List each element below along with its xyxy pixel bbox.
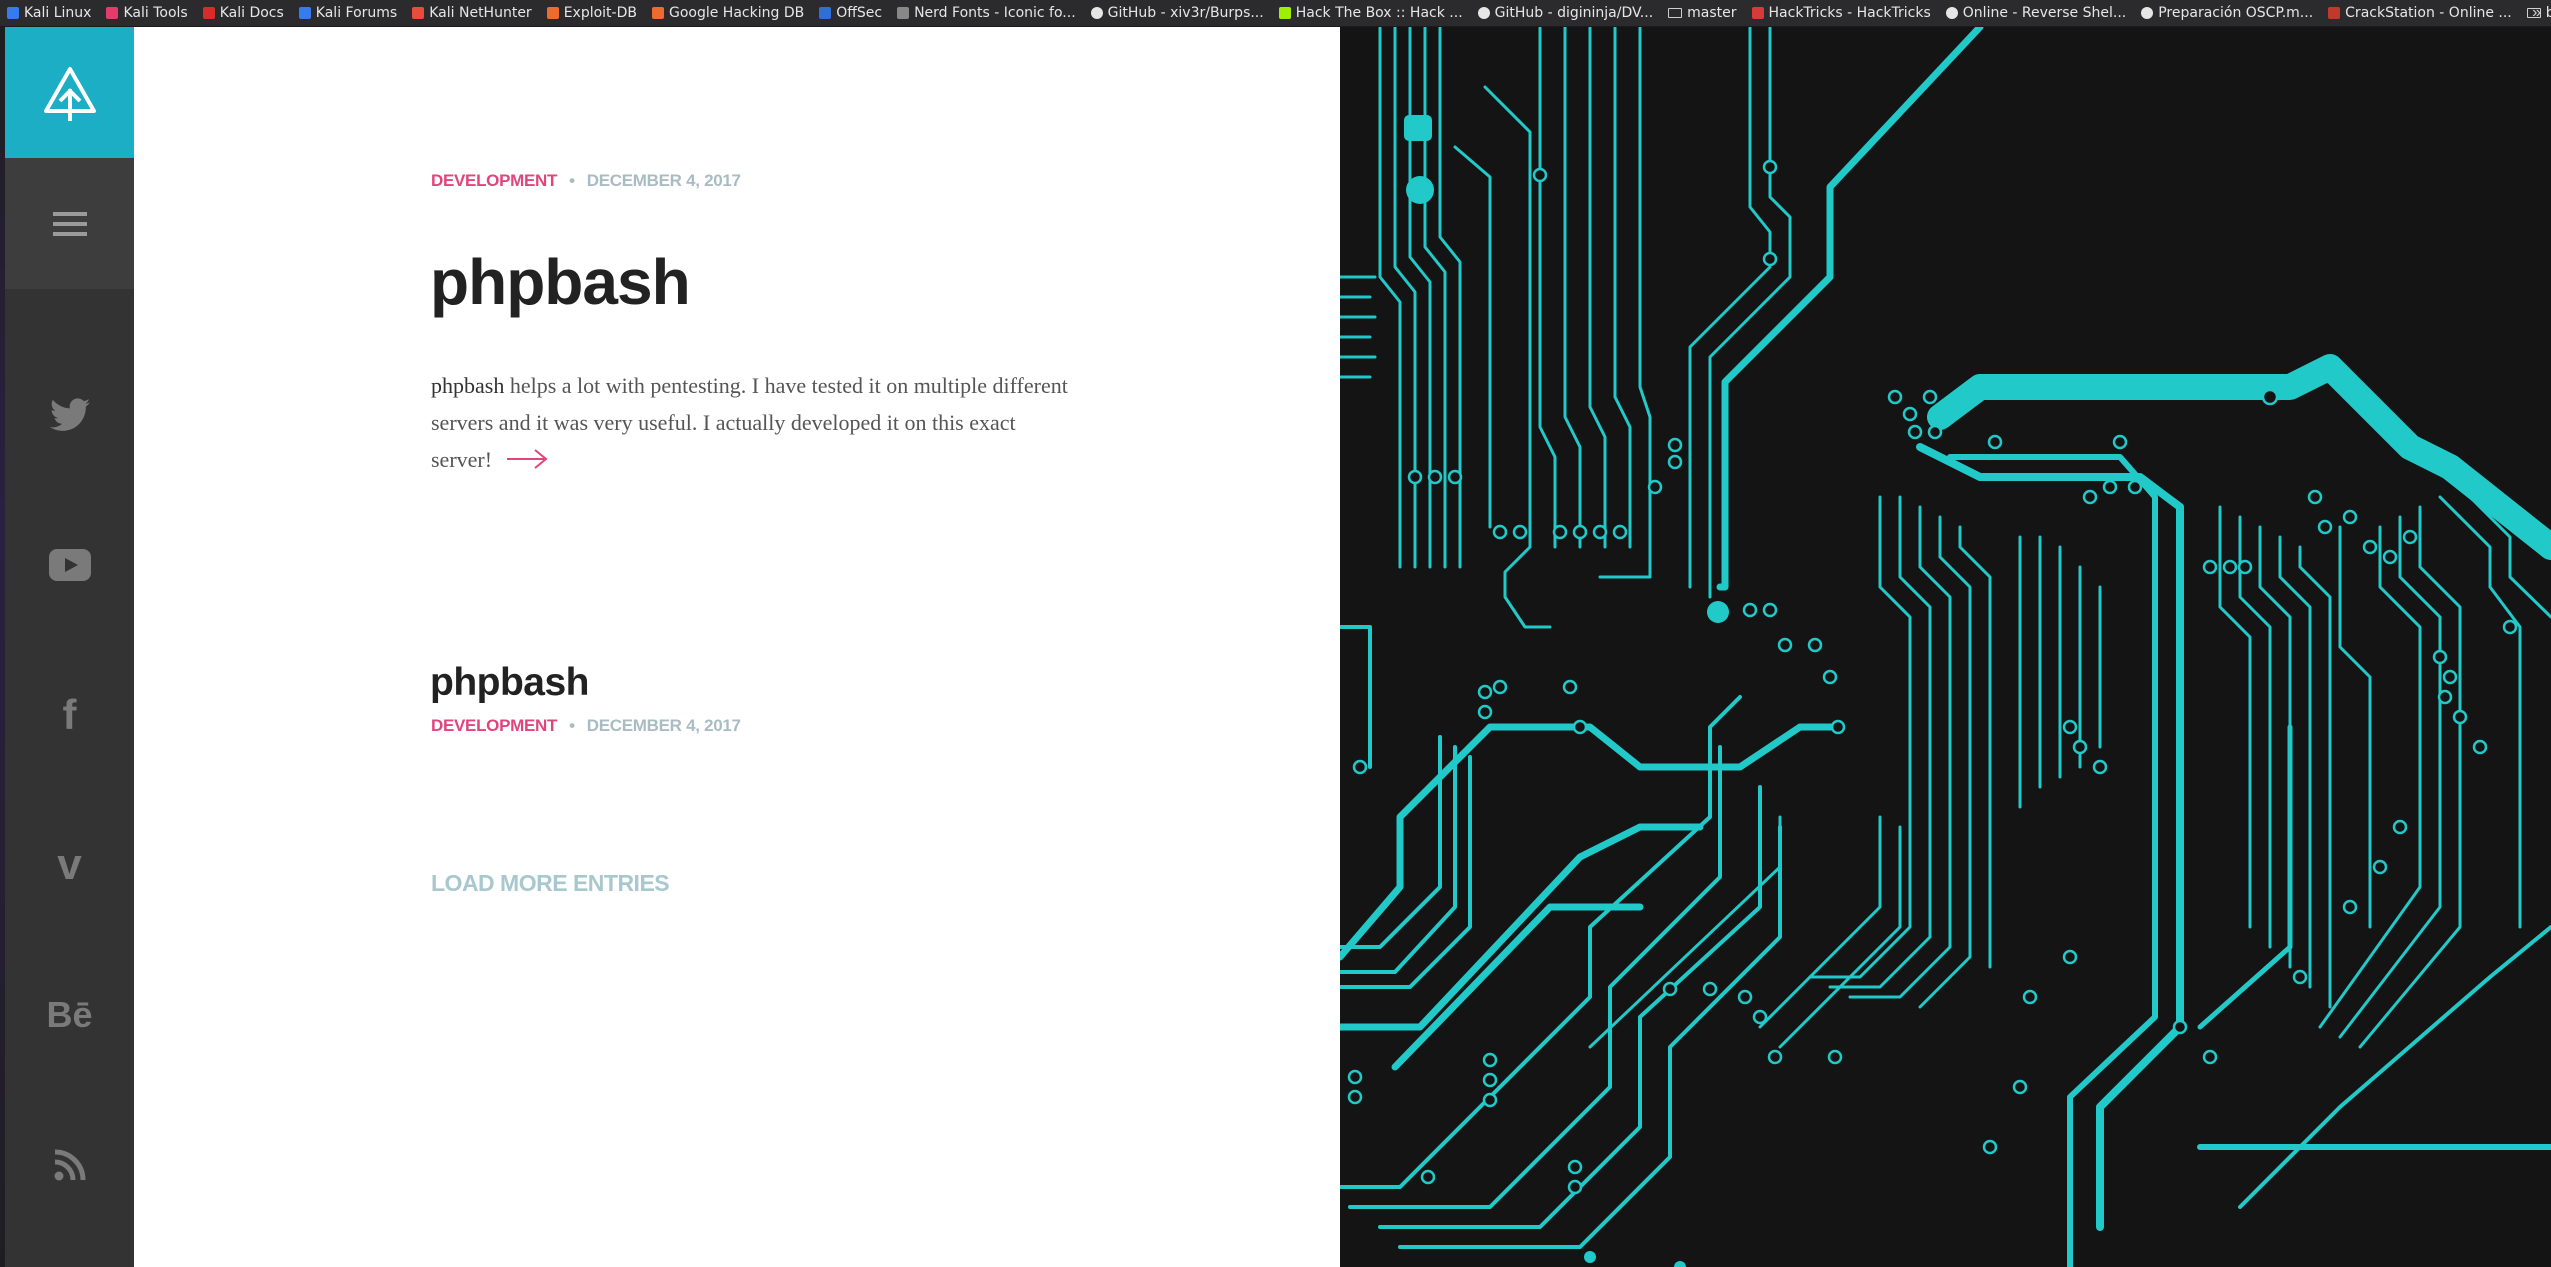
menu-toggle-button[interactable] (5, 158, 134, 289)
bookmark-label: Online - Reverse Shel... (1962, 5, 2127, 21)
bookmark-kali-forums[interactable]: Kali Forums (292, 0, 405, 26)
bookmark-label: Kali Docs (219, 5, 284, 21)
bookmark-kali-docs[interactable]: Kali Docs (196, 0, 292, 26)
bookmark-github-digininja-dv[interactable]: GitHub - digininja/DV... (1471, 0, 1662, 26)
folder-icon (1668, 8, 1683, 18)
bookmark-hacktricks-hacktricks[interactable]: HackTricks - HackTricks (1745, 0, 1939, 26)
bookmarks-toolbar: Kali Linux Kali Tools Kali Docs Kali Forums… (0, 0, 2551, 27)
bookmark-label: master (1687, 5, 1737, 21)
post2-title[interactable]: phpbash (430, 661, 590, 705)
post2-category-link[interactable]: DEVELOPMENT (431, 716, 557, 735)
bookmark-label: Preparación OSCP.m... (2158, 5, 2314, 21)
bookmark-label: Kali Linux (24, 5, 92, 21)
github-icon (1477, 7, 1490, 19)
bookmark-label: Exploit-DB (563, 5, 637, 21)
github-icon (1090, 7, 1103, 19)
exploit-db-icon (546, 7, 559, 19)
bookmark-google-hacking-db[interactable]: Google Hacking DB (645, 0, 812, 26)
main-content: DEVELOPMENT • DECEMBER 4, 2017 phpbash php… (134, 27, 1340, 1267)
bookmark-nerd-fonts-iconic-fo[interactable]: Nerd Fonts - Iconic fo... (890, 0, 1084, 26)
bookmark-kali-tools[interactable]: Kali Tools (99, 0, 195, 26)
bookmark-master[interactable]: master (1661, 0, 1744, 26)
skull-icon (1945, 7, 1958, 19)
behance-link[interactable]: Bē (5, 985, 134, 1045)
meta-separator: • (569, 171, 575, 190)
bookmark-kali-nethunter[interactable]: Kali NetHunter (405, 0, 539, 26)
read-more-arrow-icon[interactable] (506, 443, 548, 480)
bookmark-crackstation-online[interactable]: CrackStation - Online ... (2321, 0, 2520, 26)
behance-icon: Bē (46, 994, 93, 1035)
vimeo-link[interactable]: v (5, 835, 134, 895)
bookmark-label: GitHub - xiv3r/Burps... (1107, 5, 1264, 21)
post-meta: DEVELOPMENT • DECEMBER 4, 2017 (431, 171, 741, 191)
bookmark-kali-linux[interactable]: Kali Linux (0, 0, 99, 26)
bookmark-label: GitHub - digininja/DV... (1494, 5, 1654, 21)
post2-date-link[interactable]: DECEMBER 4, 2017 (587, 716, 741, 735)
hacktricks-icon (1751, 7, 1764, 19)
ghdb-icon (651, 7, 664, 19)
post-excerpt: phpbash helps a lot with pentesting. I h… (431, 367, 1071, 480)
load-more-entries-button[interactable]: LOAD MORE ENTRIES (431, 870, 670, 897)
bookmark-github-xiv3r-burps[interactable]: GitHub - xiv3r/Burps... (1084, 0, 1272, 26)
tree-logo-icon (43, 66, 96, 121)
bookmark-label: Kali Forums (315, 5, 398, 21)
hackthebox-icon (1278, 7, 1291, 19)
bookmark-offsec[interactable]: OffSec (812, 0, 890, 26)
facebook-link[interactable]: f (5, 685, 134, 745)
bookmark-label: Google Hacking DB (668, 5, 805, 21)
rss-link[interactable] (5, 1135, 134, 1195)
post-date-link[interactable]: DECEMBER 4, 2017 (587, 171, 741, 190)
bookmark-online-reverse-shel[interactable]: Online - Reverse Shel... (1939, 0, 2134, 26)
facebook-icon: f (62, 691, 77, 738)
nerd-fonts-icon (897, 7, 910, 19)
meta-separator: • (569, 716, 575, 735)
youtube-icon (48, 549, 91, 581)
hamburger-menu-icon (52, 211, 87, 236)
bookmark-label: Kali NetHunter (429, 5, 532, 21)
twitter-icon (49, 398, 90, 431)
kali-tools-icon (106, 7, 119, 19)
twitter-link[interactable] (5, 385, 134, 445)
post-category-link[interactable]: DEVELOPMENT (431, 171, 557, 190)
bookmark-exploit-db[interactable]: Exploit-DB (540, 0, 645, 26)
kali-docs-icon (202, 7, 215, 19)
vimeo-icon: v (57, 840, 82, 889)
bookmark-label: Kali Tools (123, 5, 188, 21)
youtube-link[interactable] (5, 535, 134, 595)
bookmark-preparaci-n-oscp-m[interactable]: Preparación OSCP.m... (2134, 0, 2321, 26)
nethunter-icon (412, 7, 425, 19)
bookmark-label: bugbounty (2546, 5, 2551, 21)
bookmark-label: HackTricks - HackTricks (1768, 5, 1931, 21)
github-icon (2141, 7, 2154, 19)
post2-meta: DEVELOPMENT • DECEMBER 4, 2017 (431, 716, 741, 736)
bookmark-label: Nerd Fonts - Iconic fo... (914, 5, 1076, 21)
excerpt-bold: phpbash (431, 373, 505, 398)
site-logo-link[interactable] (5, 27, 134, 158)
crackstation-icon (2328, 7, 2341, 19)
bookmarks-overflow-button[interactable]: » (2532, 0, 2541, 26)
circuit-board-hero-image (1340, 27, 2551, 1267)
sidebar: f v Bē (5, 27, 134, 1267)
bookmark-label: CrackStation - Online ... (2345, 5, 2512, 21)
offsec-icon (819, 7, 832, 19)
post-title[interactable]: phpbash (430, 245, 691, 319)
bookmark-label: OffSec (836, 5, 883, 21)
kali-forums-icon (298, 7, 311, 19)
rss-icon (54, 1149, 85, 1181)
bookmark-label: Hack The Box :: Hack ... (1295, 5, 1463, 21)
bookmark-hack-the-box-hack[interactable]: Hack The Box :: Hack ... (1272, 0, 1471, 26)
kali-dragon-icon (7, 7, 19, 19)
